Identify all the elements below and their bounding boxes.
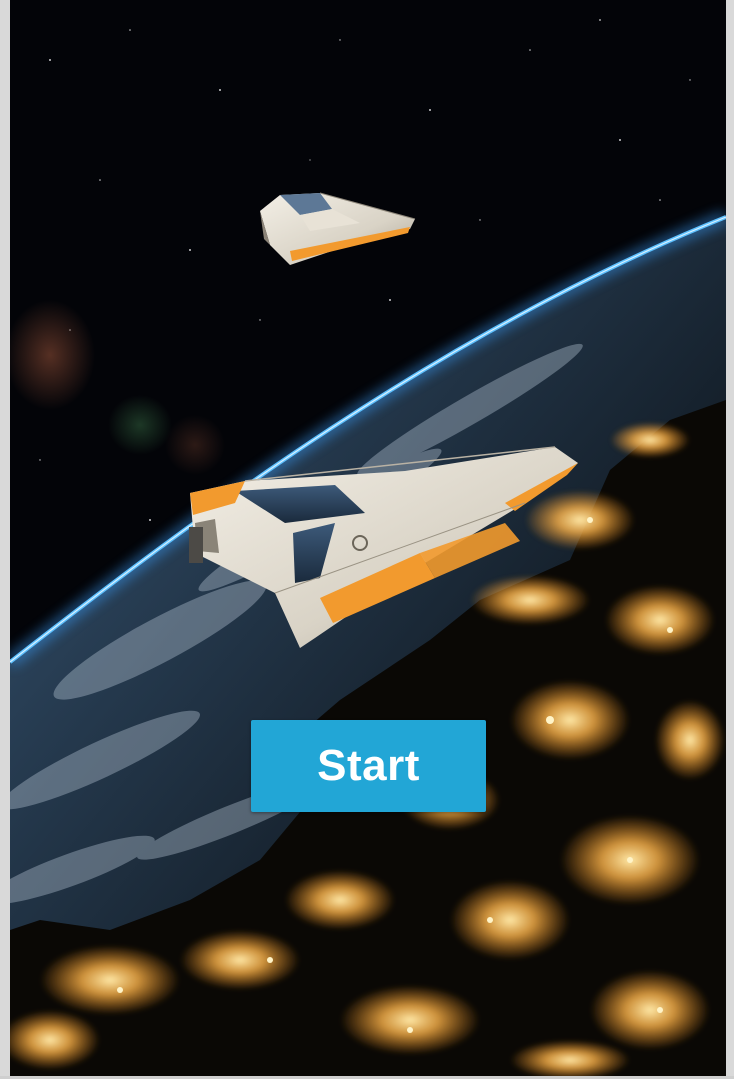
start-button[interactable]: Start xyxy=(251,720,486,812)
space-scene xyxy=(10,0,726,1076)
left-frame-border xyxy=(0,0,10,1079)
game-screen: Start xyxy=(0,0,734,1079)
right-frame-border xyxy=(726,0,734,1079)
